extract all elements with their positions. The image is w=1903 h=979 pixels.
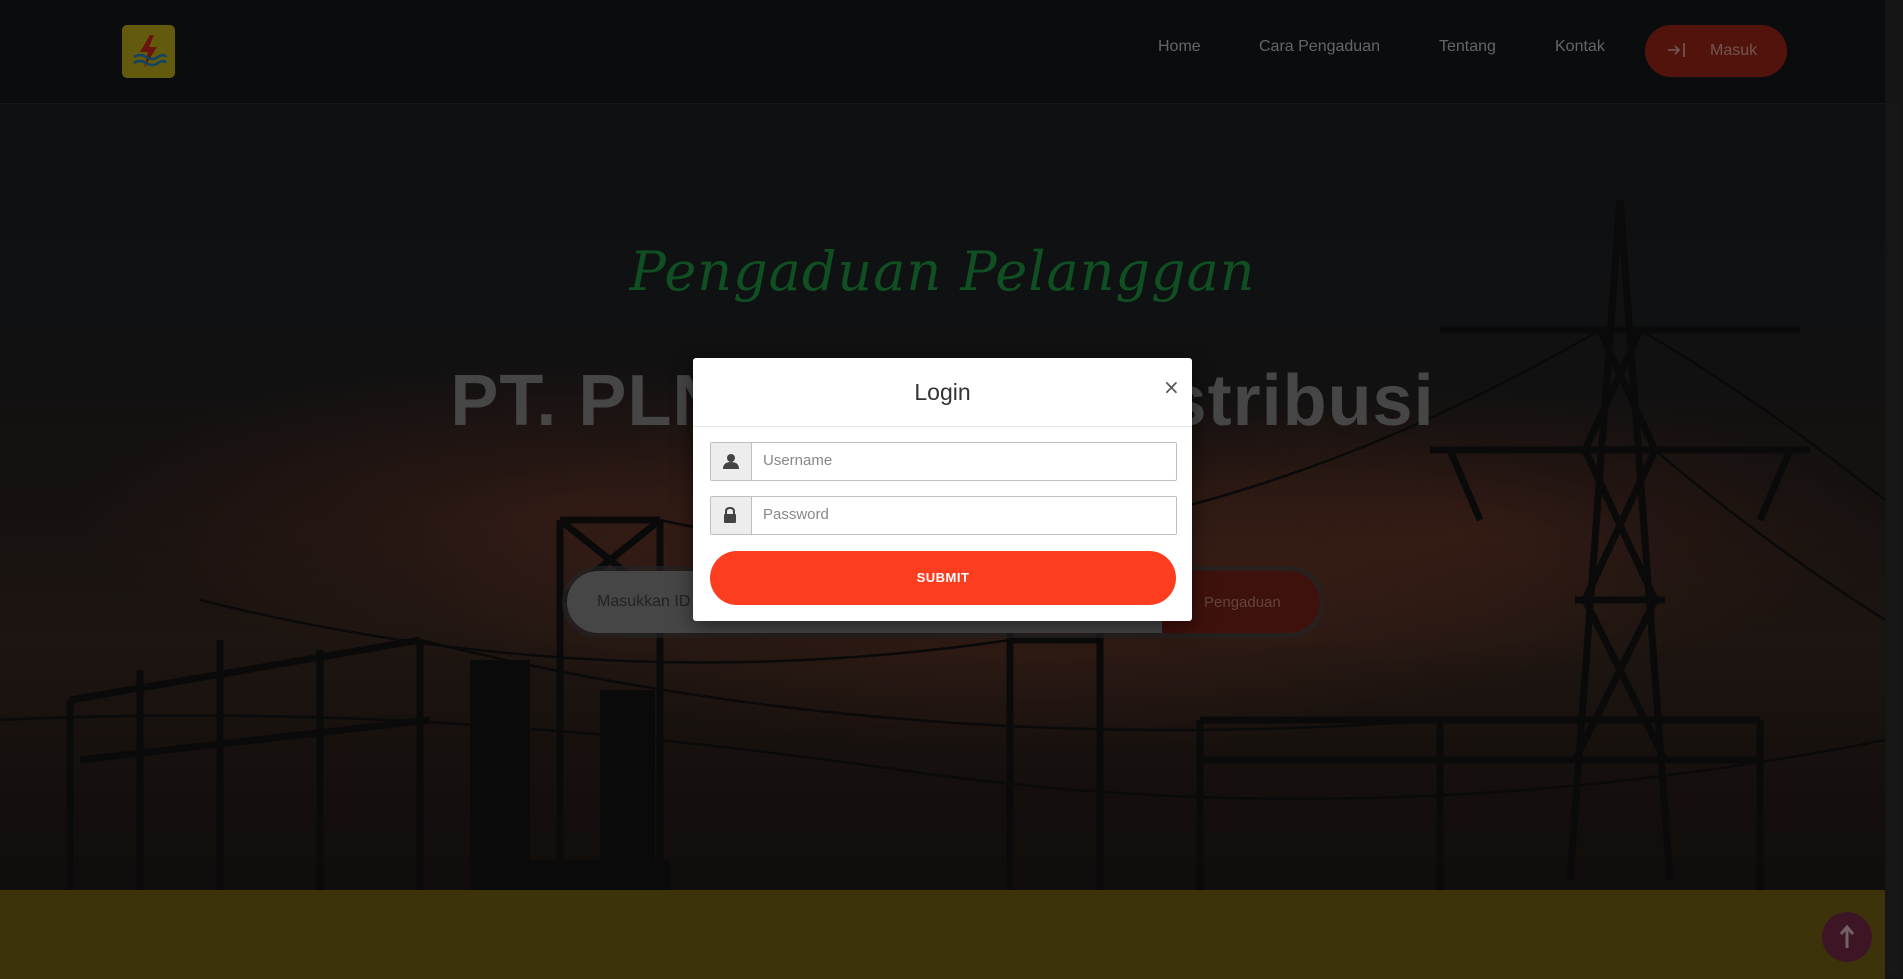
username-field: [710, 442, 1177, 481]
password-addon: [711, 497, 752, 534]
submit-button[interactable]: SUBMIT: [710, 551, 1176, 605]
username-input[interactable]: [752, 443, 1172, 478]
username-addon: [711, 443, 752, 480]
login-modal: Login × SUBMIT: [693, 358, 1192, 621]
password-input[interactable]: [752, 497, 1172, 532]
password-field: [710, 496, 1177, 535]
lock-icon: [724, 507, 736, 523]
modal-title: Login: [914, 379, 971, 405]
user-icon: [723, 454, 739, 469]
modal-header: Login ×: [693, 358, 1192, 427]
close-button[interactable]: ×: [1163, 375, 1180, 399]
